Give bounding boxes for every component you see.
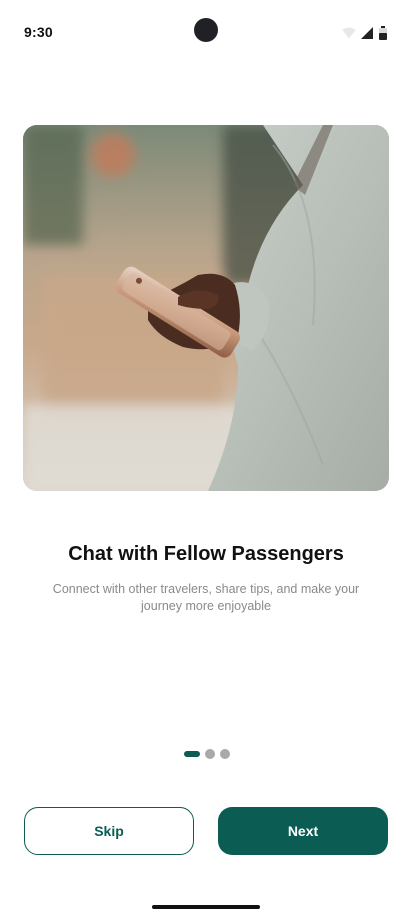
- home-indicator[interactable]: [152, 905, 260, 909]
- hero-image: [23, 125, 389, 491]
- camera-cutout: [194, 18, 218, 42]
- onboarding-title: Chat with Fellow Passengers: [68, 543, 344, 565]
- pagination-dot-active: [184, 751, 200, 757]
- status-icons: [342, 26, 388, 40]
- skip-button[interactable]: Skip: [24, 807, 194, 855]
- onboarding-subtitle: Connect with other travelers, share tips…: [52, 582, 360, 613]
- next-button[interactable]: Next: [218, 807, 388, 855]
- battery-icon: [378, 26, 388, 40]
- status-time: 9:30: [24, 24, 53, 40]
- wifi-icon: [342, 26, 356, 40]
- pagination-dot: [220, 749, 230, 759]
- onboarding-screen: 9:30 Chat with Fellow Passengers Connect…: [0, 0, 412, 917]
- pagination-indicator: [184, 749, 230, 759]
- signal-icon: [360, 26, 374, 40]
- pagination-dot: [205, 749, 215, 759]
- status-bar: 9:30: [0, 0, 412, 64]
